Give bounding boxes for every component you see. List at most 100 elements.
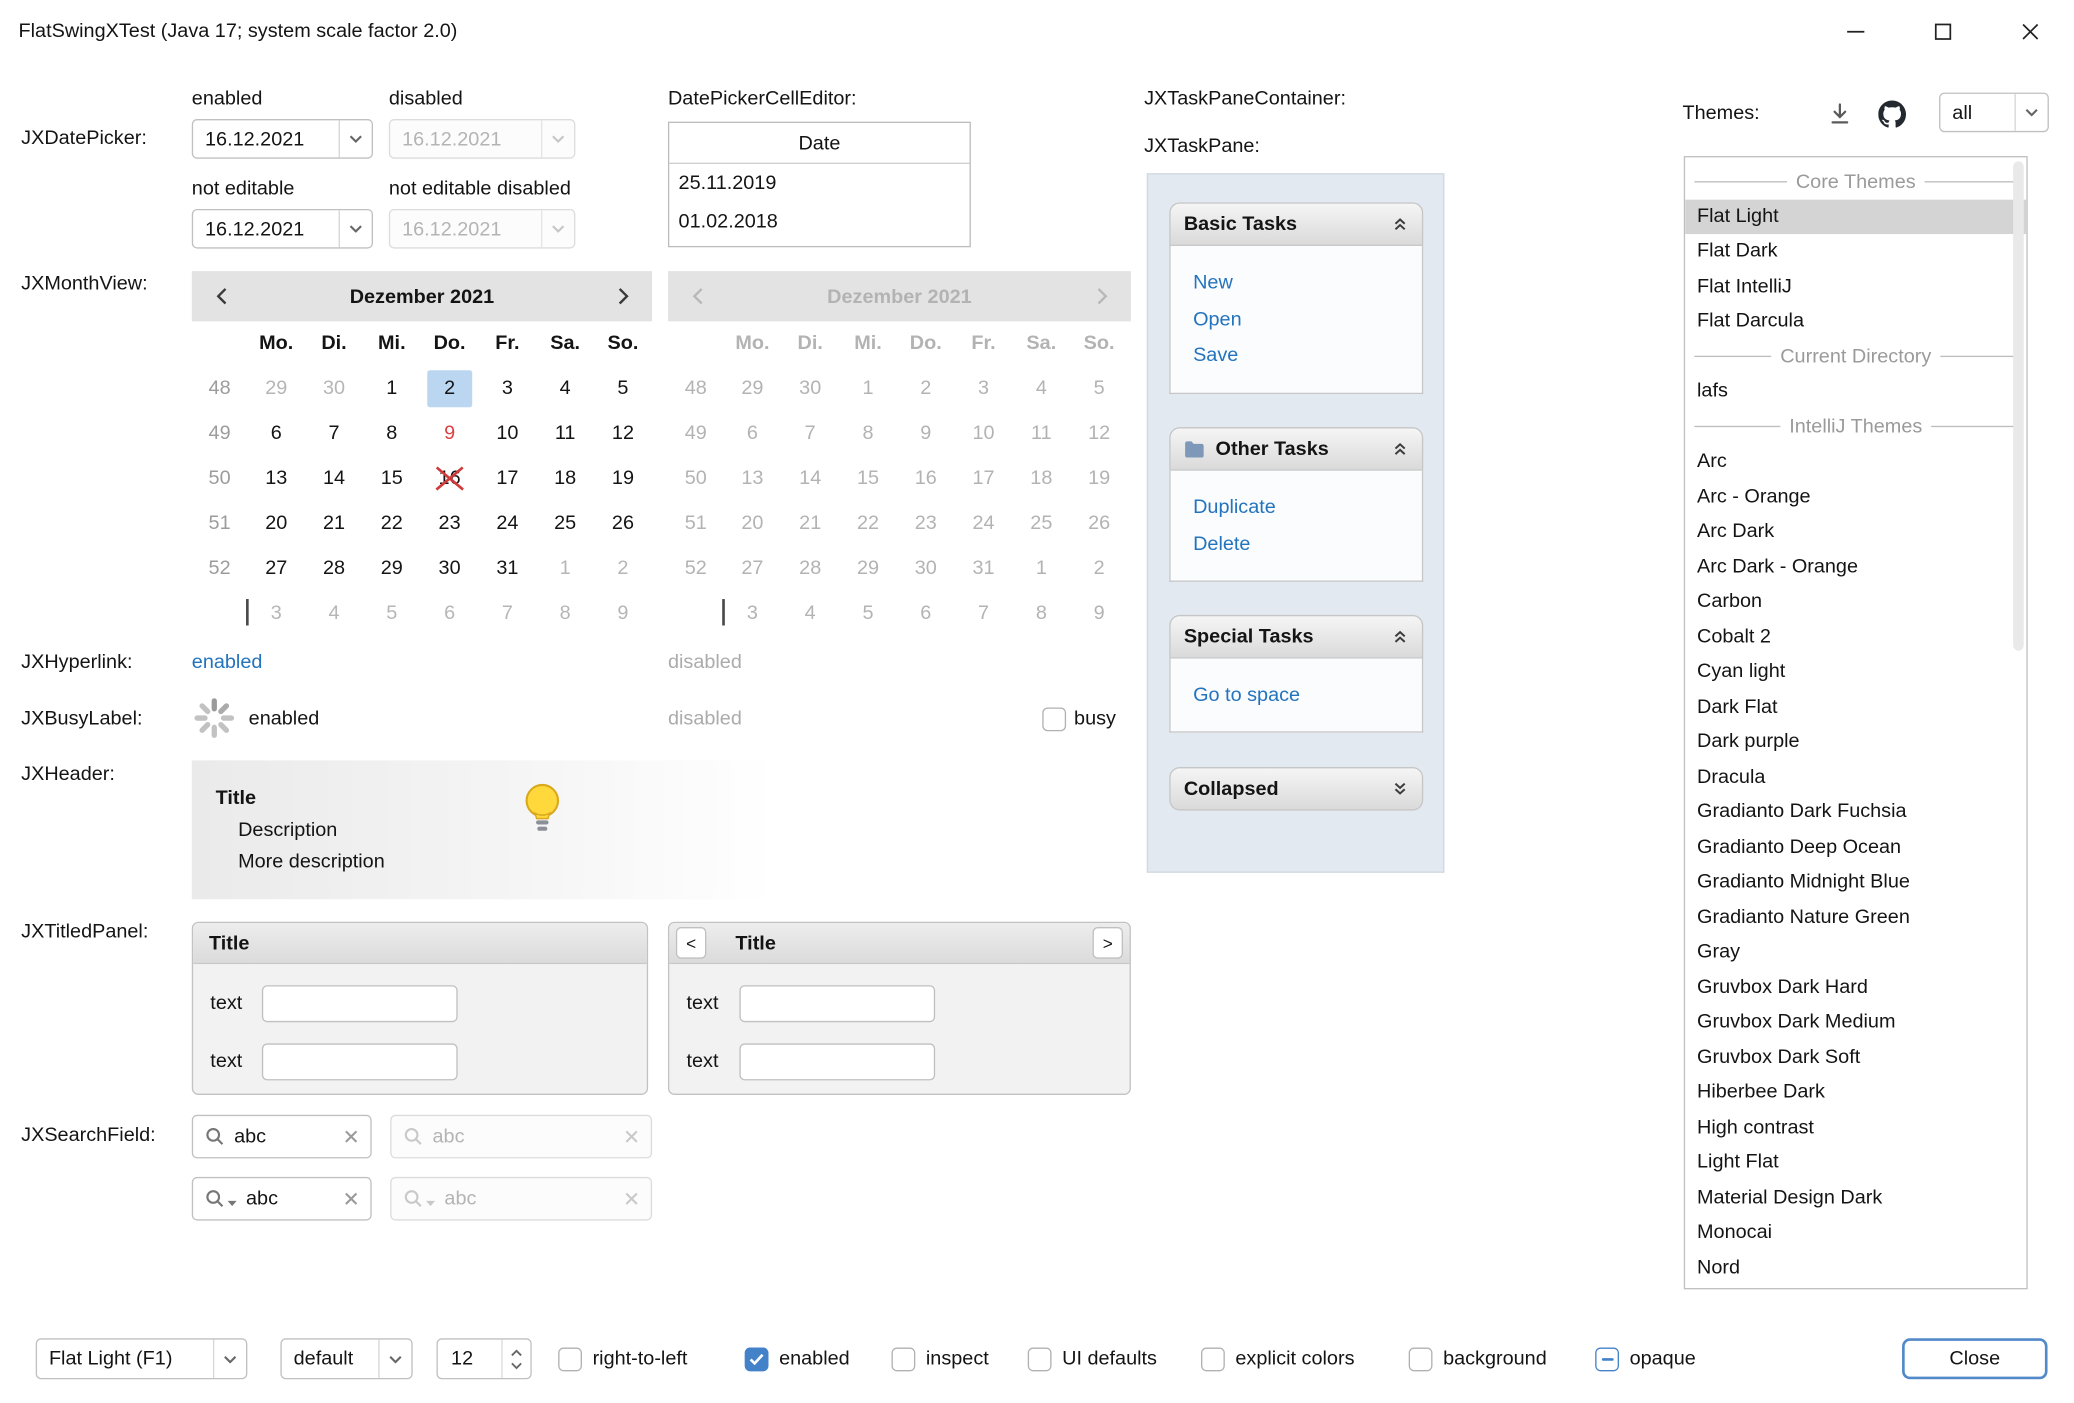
theme-item-cyan-light[interactable]: Cyan light [1685, 655, 2026, 690]
task-link-duplicate[interactable]: Duplicate [1193, 489, 1422, 525]
checkbox-right-to-left-label[interactable]: right-to-left [593, 1348, 688, 1370]
day-cell[interactable]: 30 [305, 366, 363, 411]
checkbox-background[interactable] [1409, 1348, 1433, 1372]
checkbox-explicit-colors-label[interactable]: explicit colors [1235, 1348, 1354, 1370]
text-input[interactable] [262, 985, 458, 1022]
theme-item-carbon[interactable]: Carbon [1685, 585, 2026, 620]
task-link-save[interactable]: Save [1193, 338, 1422, 374]
spinner-arrows[interactable] [501, 1340, 530, 1378]
theme-item-arc-dark-orange[interactable]: Arc Dark - Orange [1685, 549, 2026, 584]
day-cell[interactable]: 22 [363, 501, 421, 546]
theme-item-dark-purple[interactable]: Dark purple [1685, 725, 2026, 760]
celleditor-row[interactable]: 01.02.2018 [669, 202, 969, 240]
download-themes-button[interactable] [1823, 97, 1857, 131]
text-input[interactable] [262, 1043, 458, 1080]
theme-item-flat-darcula[interactable]: Flat Darcula [1685, 304, 2026, 339]
theme-item-material-design-dark[interactable]: Material Design Dark [1685, 1180, 2026, 1215]
theme-item-light-flat[interactable]: Light Flat [1685, 1145, 2026, 1180]
theme-item-lafs[interactable]: lafs [1685, 374, 2026, 409]
hyperlink-enabled[interactable]: enabled [192, 651, 263, 673]
day-cell[interactable]: 18 [536, 456, 594, 501]
day-cell[interactable]: 3 [247, 590, 305, 635]
github-button[interactable] [1874, 97, 1908, 131]
text-input[interactable] [739, 1043, 935, 1080]
task-link-open[interactable]: Open [1193, 301, 1422, 337]
checkbox-ui-defaults[interactable] [1028, 1348, 1052, 1372]
theme-item-monocai[interactable]: Monocai [1685, 1215, 2026, 1250]
day-cell[interactable]: 29 [363, 545, 421, 590]
theme-item-gruvbox-dark-medium[interactable]: Gruvbox Dark Medium [1685, 1005, 2026, 1040]
taskpane-header[interactable]: Basic Tasks [1169, 202, 1423, 246]
day-cell[interactable]: 30 [421, 545, 479, 590]
theme-item-nord[interactable]: Nord [1685, 1250, 2026, 1285]
titledpanel-prev-button[interactable]: < [676, 927, 706, 959]
day-cell[interactable]: 16 [421, 456, 479, 501]
theme-item-gruvbox-dark-hard[interactable]: Gruvbox Dark Hard [1685, 970, 2026, 1005]
day-cell[interactable]: 1 [536, 545, 594, 590]
celleditor-row[interactable]: 25.11.2019 [669, 164, 969, 202]
theme-item-arc[interactable]: Arc [1685, 444, 2026, 479]
day-cell[interactable]: 1 [363, 366, 421, 411]
checkbox-enabled-label[interactable]: enabled [779, 1348, 850, 1370]
day-cell[interactable]: 15 [363, 456, 421, 501]
day-cell[interactable]: 23 [421, 501, 479, 546]
theme-item-flat-light[interactable]: Flat Light [1685, 199, 2026, 234]
style-combobox[interactable]: default [280, 1338, 412, 1379]
day-cell[interactable]: 7 [478, 590, 536, 635]
theme-item-hiberbee-dark[interactable]: Hiberbee Dark [1685, 1075, 2026, 1110]
day-cell[interactable]: 5 [363, 590, 421, 635]
day-cell[interactable]: 29 [247, 366, 305, 411]
theme-item-gray[interactable]: Gray [1685, 935, 2026, 970]
searchfield-enabled[interactable]: abc [192, 1115, 372, 1159]
checkbox-explicit-colors[interactable] [1201, 1348, 1225, 1372]
close-button[interactable]: Close [1902, 1338, 2047, 1379]
day-cell[interactable]: 14 [305, 456, 363, 501]
datepicker-not-editable[interactable]: 16.12.2021 [192, 209, 373, 249]
searchfield-with-menu[interactable]: abc [192, 1177, 372, 1221]
day-cell[interactable]: 21 [305, 501, 363, 546]
day-cell[interactable]: 31 [478, 545, 536, 590]
task-link-delete[interactable]: Delete [1193, 526, 1422, 562]
day-cell[interactable]: 17 [478, 456, 536, 501]
day-cell[interactable]: 2 [594, 545, 652, 590]
theme-item-arc-orange[interactable]: Arc - Orange [1685, 479, 2026, 514]
text-input[interactable] [739, 985, 935, 1022]
maximize-button[interactable] [1899, 0, 1986, 63]
checkbox-right-to-left[interactable] [558, 1348, 582, 1372]
theme-item-flat-dark[interactable]: Flat Dark [1685, 234, 2026, 269]
scrollbar-thumb[interactable] [2013, 161, 2024, 650]
day-cell[interactable]: 8 [536, 590, 594, 635]
day-cell[interactable]: 7 [305, 411, 363, 456]
busy-checkbox-label[interactable]: busy [1074, 707, 1116, 729]
checkbox-inspect[interactable] [891, 1348, 915, 1372]
day-cell[interactable]: 6 [421, 590, 479, 635]
titledpanel-next-button[interactable]: > [1093, 927, 1123, 959]
day-cell[interactable]: 6 [247, 411, 305, 456]
day-cell[interactable]: 28 [305, 545, 363, 590]
checkbox-enabled[interactable] [745, 1348, 769, 1372]
day-cell[interactable]: 4 [536, 366, 594, 411]
day-cell[interactable]: 26 [594, 501, 652, 546]
minimize-button[interactable] [1812, 0, 1899, 63]
day-cell[interactable]: 2 [421, 366, 479, 411]
day-cell[interactable]: 10 [478, 411, 536, 456]
taskpane-header[interactable]: Other Tasks [1169, 427, 1423, 471]
clear-x-icon[interactable] [344, 1129, 359, 1144]
close-window-button[interactable] [1987, 0, 2074, 63]
theme-item-gradianto-deep-ocean[interactable]: Gradianto Deep Ocean [1685, 830, 2026, 865]
busy-checkbox[interactable] [1042, 707, 1066, 731]
clear-x-icon[interactable] [344, 1191, 359, 1206]
theme-item-high-contrast[interactable]: High contrast [1685, 1110, 2026, 1145]
task-link-go-to-space[interactable]: Go to space [1193, 677, 1422, 713]
task-link-new[interactable]: New [1193, 265, 1422, 301]
day-cell[interactable]: 24 [478, 501, 536, 546]
day-cell[interactable]: 20 [247, 501, 305, 546]
day-cell[interactable]: 25 [536, 501, 594, 546]
theme-item-gradianto-nature-green[interactable]: Gradianto Nature Green [1685, 900, 2026, 935]
day-cell[interactable]: 9 [421, 411, 479, 456]
taskpane-header[interactable]: Collapsed [1169, 767, 1423, 811]
day-cell[interactable]: 8 [363, 411, 421, 456]
checkbox-opaque-label[interactable]: opaque [1630, 1348, 1696, 1370]
laf-combobox[interactable]: Flat Light (F1) [36, 1338, 248, 1379]
next-month-button[interactable] [594, 287, 652, 306]
